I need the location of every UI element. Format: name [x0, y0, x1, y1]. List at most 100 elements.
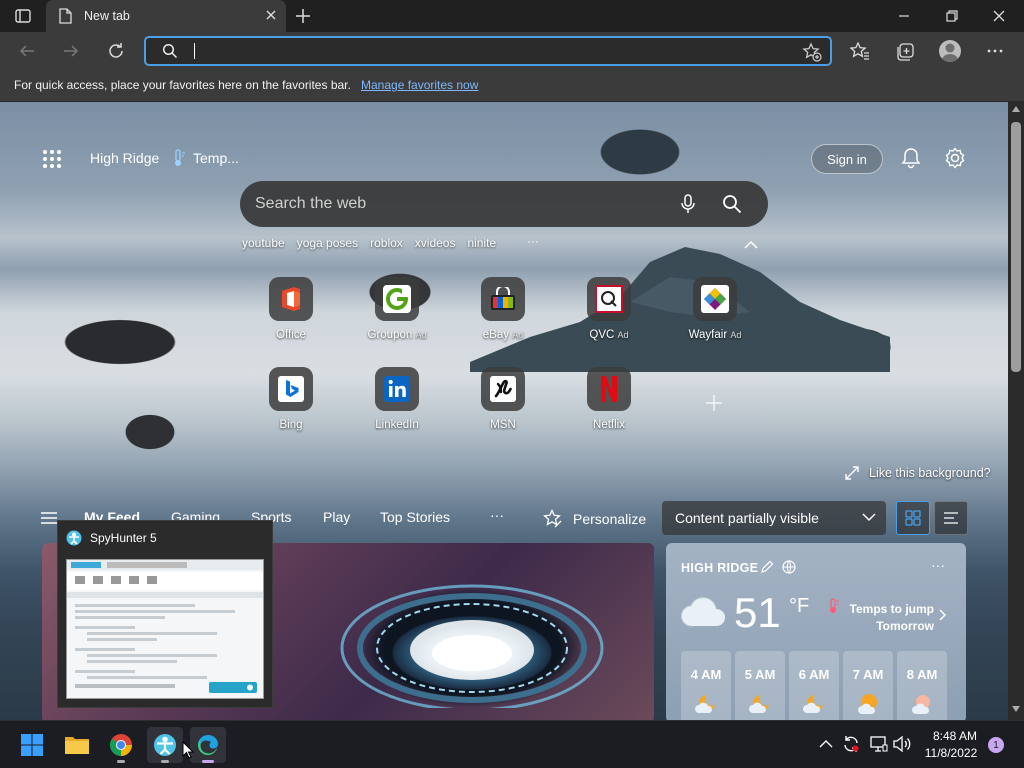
hourly-forecast[interactable]: 4 AM — [681, 651, 731, 720]
add-quick-link-icon[interactable] — [705, 394, 723, 412]
ad-badge: Ad — [415, 330, 427, 340]
thermometer-icon — [172, 149, 186, 167]
chrome-icon — [109, 733, 133, 757]
sign-in-button[interactable]: Sign in — [811, 144, 883, 174]
address-bar[interactable] — [144, 36, 832, 66]
quick-link-label: eBay — [482, 329, 509, 341]
quick-link-linkedin[interactable]: LinkedIn — [352, 367, 442, 437]
quick-link-netflix[interactable]: Netflix — [564, 367, 654, 437]
pencil-icon[interactable] — [760, 560, 774, 574]
weather-card[interactable]: HIGH RIDGE ··· 51 °F Temps to jump Tomor… — [666, 543, 966, 720]
tab-play[interactable]: Play — [323, 509, 350, 525]
expand-icon — [845, 466, 859, 480]
forward-icon[interactable] — [62, 42, 80, 60]
volume-icon[interactable] — [893, 736, 911, 752]
mouse-cursor-icon — [182, 741, 194, 759]
tab-new-tab[interactable]: New tab — [46, 0, 286, 32]
microphone-icon[interactable] — [678, 194, 698, 214]
trending-item[interactable]: ninite — [467, 236, 496, 250]
quick-link-msn[interactable]: MSN — [458, 367, 548, 437]
scroll-up-icon[interactable] — [1012, 106, 1020, 112]
taskbar-file-explorer[interactable] — [59, 727, 95, 763]
back-icon[interactable] — [18, 42, 36, 60]
content-visibility-dropdown[interactable]: Content partially visible — [662, 501, 886, 535]
close-tab-icon[interactable] — [264, 8, 278, 22]
quick-link-groupon[interactable]: Groupon Ad — [352, 277, 442, 347]
refresh-icon[interactable] — [106, 41, 126, 61]
weather-more-button[interactable]: ··· — [931, 557, 945, 573]
chevron-right-icon — [938, 609, 946, 621]
favorites-bar-hint: For quick access, place your favorites h… — [14, 78, 351, 92]
hourly-forecast[interactable]: 8 AM — [897, 651, 947, 720]
favorites-icon[interactable] — [850, 42, 870, 60]
quick-link-label: Groupon — [367, 329, 413, 341]
moon-cloud-icon — [803, 693, 827, 715]
globe-icon[interactable] — [782, 560, 796, 574]
minimize-icon[interactable] — [896, 8, 912, 24]
netflix-icon — [587, 367, 631, 411]
notifications-bell-icon[interactable] — [900, 147, 922, 169]
trending-item[interactable]: roblox — [370, 236, 403, 250]
notification-badge[interactable]: 1 — [988, 737, 1004, 753]
active-indicator — [202, 760, 214, 763]
address-input[interactable] — [188, 40, 748, 62]
taskbar-window-preview[interactable]: SpyHunter 5 — [57, 520, 273, 708]
hourly-forecast[interactable]: 7 AM — [843, 651, 893, 720]
close-window-icon[interactable] — [991, 8, 1007, 24]
new-tab-icon[interactable] — [294, 7, 312, 25]
apps-launcher-icon[interactable] — [42, 149, 62, 169]
chevron-up-icon[interactable] — [743, 240, 759, 250]
scrollbar-thumb[interactable] — [1011, 122, 1021, 372]
restore-icon[interactable] — [944, 8, 960, 24]
personalize-button[interactable]: Personalize — [543, 509, 646, 529]
bing-icon — [269, 367, 313, 411]
show-hidden-icons[interactable] — [819, 739, 833, 748]
grid-layout-button[interactable] — [896, 501, 930, 535]
search-icon[interactable] — [722, 194, 742, 214]
trending-item[interactable]: youtube — [242, 236, 285, 250]
quick-link-qvc[interactable]: QVC Ad — [564, 277, 654, 347]
scroll-down-icon[interactable] — [1012, 706, 1020, 712]
feed-more-button[interactable]: ··· — [490, 507, 504, 523]
trending-item[interactable]: xvideos — [415, 236, 456, 250]
weather-unit: °F — [789, 595, 810, 617]
trending-more-button[interactable]: ··· — [527, 234, 539, 248]
collections-icon[interactable] — [895, 42, 915, 62]
quick-link-bing[interactable]: Bing — [246, 367, 336, 437]
hourly-forecast[interactable]: 6 AM — [789, 651, 839, 720]
weather-alert-line: Tomorrow — [876, 619, 934, 633]
settings-gear-icon[interactable] — [944, 147, 966, 169]
moon-cloud-icon — [749, 693, 773, 715]
taskbar-chrome[interactable] — [103, 727, 139, 763]
hourly-forecast[interactable]: 5 AM — [735, 651, 785, 720]
preview-thumbnail — [66, 559, 264, 699]
taskbar-spyhunter[interactable] — [147, 727, 183, 763]
web-search-placeholder[interactable]: Search the web — [255, 195, 366, 213]
network-icon[interactable] — [870, 736, 888, 752]
web-search-box[interactable]: Search the web — [240, 181, 768, 227]
taskbar-edge[interactable] — [190, 727, 226, 763]
clock-date[interactable]: 11/8/2022 — [921, 746, 981, 760]
manage-favorites-link[interactable]: Manage favorites now — [361, 78, 478, 92]
hamburger-menu-icon[interactable] — [41, 511, 57, 525]
update-sync-icon[interactable] — [842, 735, 860, 753]
add-favorite-icon[interactable] — [802, 42, 822, 62]
weather-alert[interactable]: Temps to jump Tomorrow — [826, 601, 934, 635]
page-scrollbar[interactable] — [1008, 102, 1024, 720]
trending-item[interactable]: yoga poses — [297, 236, 358, 250]
profile-avatar[interactable] — [939, 40, 961, 62]
more-options-icon[interactable] — [986, 42, 1004, 60]
tab-actions-icon[interactable] — [14, 8, 32, 24]
like-background-link[interactable]: Like this background? — [845, 466, 991, 480]
hour-label: 5 AM — [744, 667, 776, 682]
clock-time[interactable]: 8:48 AM — [925, 729, 985, 743]
temperature-label[interactable]: Temp... — [193, 150, 239, 166]
tab-top-stories[interactable]: Top Stories — [380, 509, 450, 525]
quick-link-wayfair[interactable]: Wayfair Ad — [670, 277, 760, 347]
start-button[interactable] — [14, 727, 50, 763]
spyhunter-icon — [153, 733, 177, 757]
list-layout-button[interactable] — [934, 501, 968, 535]
quick-link-office[interactable]: Office — [246, 277, 336, 347]
quick-link-ebay[interactable]: eBay Ad — [458, 277, 548, 347]
location-label[interactable]: High Ridge — [90, 150, 159, 166]
